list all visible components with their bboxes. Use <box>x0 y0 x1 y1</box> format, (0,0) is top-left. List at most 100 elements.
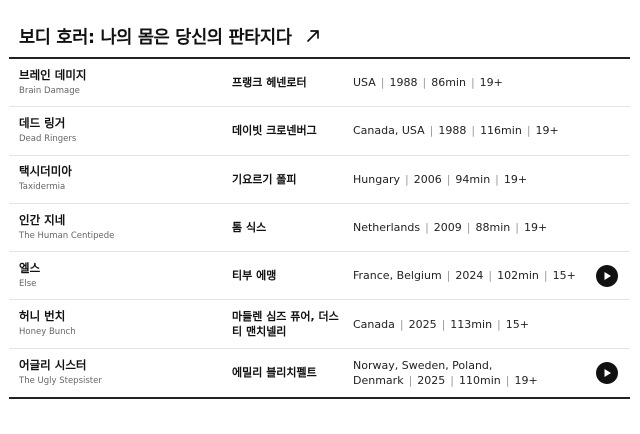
film-title[interactable]: 엘스 Else <box>19 252 40 299</box>
meta-item: 2006 <box>413 172 442 186</box>
film-meta: Canada, USA | 1988 | 116min | 19+ <box>353 107 585 154</box>
meta-item: 86min <box>431 76 466 90</box>
film-row: 브레인 데미지 Brain Damage 프랭크 헤넨로터 USA | 1988 | 86mi… <box>9 59 630 108</box>
film-meta-text: France, Belgium | 2024 | 102min | 15+ <box>353 268 576 283</box>
film-meta-text: Hungary | 2006 | 94min | 19+ <box>353 172 527 187</box>
film-title-en: Else <box>19 278 37 289</box>
meta-item: USA <box>353 76 376 90</box>
play-trailer-button[interactable] <box>596 265 618 288</box>
film-director: 마들렌 심즈 퓨어, 더스티 맨치넬리 <box>232 310 339 339</box>
film-meta: USA | 1988 | 86min | 19+ <box>353 59 585 106</box>
meta-separator: | <box>497 317 501 331</box>
film-row: 허니 번치 Honey Bunch 마들렌 심즈 퓨어, 더스티 맨치넬리 Canad… <box>9 300 630 349</box>
film-title-en: The Human Centipede <box>19 230 115 241</box>
meta-item: France, Belgium <box>353 269 442 283</box>
film-title-ko[interactable]: 택시더미아 <box>19 164 72 179</box>
meta-item: 2025 <box>408 317 437 331</box>
meta-item: Canada, USA <box>353 124 425 138</box>
meta-separator: | <box>441 317 446 331</box>
meta-item: 19+ <box>503 172 528 186</box>
film-title-en: Taxidermia <box>19 182 66 193</box>
meta-separator: | <box>515 221 519 235</box>
film-title-ko[interactable]: 허니 번치 <box>19 309 76 324</box>
meta-item: 19+ <box>479 76 503 90</box>
meta-separator: | <box>429 124 434 138</box>
play-icon <box>604 368 611 377</box>
film-meta: Norway, Sweden, Poland, Denmark | 2025 | 110… <box>353 349 585 397</box>
meta-item: 113min <box>450 317 493 331</box>
meta-item: Netherlands <box>353 221 421 235</box>
film-title[interactable]: 데드 링거 Dead Ringers <box>19 107 76 154</box>
meta-item: 19+ <box>514 373 538 387</box>
film-director: 티부 에맹 <box>232 269 277 283</box>
meta-item: 1988 <box>389 76 418 90</box>
meta-item: 15+ <box>552 269 576 283</box>
meta-separator: | <box>505 373 510 387</box>
film-title-ko[interactable]: 엘스 <box>19 261 40 276</box>
meta-item: 2024 <box>455 269 484 283</box>
meta-separator: | <box>422 76 427 90</box>
meta-item: 2025 <box>417 373 446 387</box>
film-title[interactable]: 어글리 시스터 The Ugly Stepsister <box>19 349 102 397</box>
meta-separator: | <box>471 124 476 138</box>
film-list: 브레인 데미지 Brain Damage 프랭크 헤넨로터 USA | 1988 | 86mi… <box>9 59 630 397</box>
meta-separator: | <box>495 172 499 186</box>
meta-separator: | <box>404 172 409 186</box>
arrow-up-right-icon[interactable] <box>304 27 322 45</box>
film-meta-text: USA | 1988 | 86min | 19+ <box>353 75 503 90</box>
film-title[interactable]: 택시더미아 Taxidermia <box>19 156 72 203</box>
film-row: 인간 지네 The Human Centipede 톰 식스 Netherlands |… <box>9 204 630 253</box>
film-title-ko[interactable]: 데드 링거 <box>19 116 76 131</box>
page-title: 보디 호러: 나의 몸은 당신의 판타지다 <box>19 27 292 48</box>
film-title-ko[interactable]: 어글리 시스터 <box>19 358 102 373</box>
film-meta-text: Canada | 2025 | 113min | 15+ <box>353 317 529 332</box>
film-title[interactable]: 인간 지네 The Human Centipede <box>19 204 114 251</box>
film-title-en: Honey Bunch <box>19 327 76 338</box>
meta-separator: | <box>488 269 493 283</box>
film-meta-text: Norway, Sweden, Poland, Denmark | 2025 | 110… <box>353 358 585 388</box>
meta-item: 102min <box>497 269 539 283</box>
meta-separator: | <box>399 317 404 331</box>
film-meta: France, Belgium | 2024 | 102min | 15+ <box>353 252 585 299</box>
film-meta: Canada | 2025 | 113min | 15+ <box>353 300 585 347</box>
film-director: 기요르기 폴피 <box>232 172 297 186</box>
film-meta-text: Canada, USA | 1988 | 116min | 19+ <box>353 123 559 138</box>
meta-item: 110min <box>459 373 501 387</box>
film-meta: Netherlands | 2009 | 88min | 19+ <box>353 204 585 251</box>
meta-separator: | <box>466 221 471 235</box>
meta-item: 2009 <box>433 221 462 235</box>
meta-separator: | <box>446 269 451 283</box>
meta-separator: | <box>470 76 475 90</box>
film-director: 에밀리 블리치펠트 <box>232 366 317 380</box>
meta-item: 1988 <box>438 124 467 138</box>
film-director: 프랭크 헤넨로터 <box>232 76 307 90</box>
meta-separator: | <box>408 373 413 387</box>
film-director: 데이빗 크로넨버그 <box>232 124 317 138</box>
meta-separator: | <box>526 124 531 138</box>
meta-item: 94min <box>455 172 491 186</box>
play-trailer-button[interactable] <box>596 361 618 384</box>
film-row: 택시더미아 Taxidermia 기요르기 폴피 Hungary | 2006 | 94min… <box>9 156 630 204</box>
play-icon <box>604 272 611 281</box>
film-meta-text: Netherlands | 2009 | 88min | 19+ <box>353 220 547 235</box>
film-title-ko[interactable]: 인간 지네 <box>19 213 114 228</box>
meta-item: 15+ <box>505 317 529 331</box>
film-title[interactable]: 허니 번치 Honey Bunch <box>19 300 76 347</box>
meta-item: Hungary <box>353 172 400 186</box>
meta-separator: | <box>543 269 548 283</box>
film-title-en: Brain Damage <box>19 85 80 96</box>
page-header: 보디 호러: 나의 몸은 당신의 판타지다 <box>19 22 322 50</box>
film-director: 톰 식스 <box>232 221 267 235</box>
film-row: 어글리 시스터 The Ugly Stepsister 에밀리 블리치펠트 Norwa… <box>9 349 630 397</box>
meta-item: Canada <box>353 317 395 331</box>
film-title-en: Dead Ringers <box>19 133 77 144</box>
meta-item: 19+ <box>523 221 548 235</box>
film-title[interactable]: 브레인 데미지 Brain Damage <box>19 59 86 106</box>
meta-separator: | <box>380 76 385 90</box>
meta-separator: | <box>446 172 451 186</box>
film-row: 데드 링거 Dead Ringers 데이빗 크로넨버그 Canada, USA | 19… <box>9 107 630 156</box>
film-title-en: The Ugly Stepsister <box>19 375 102 386</box>
meta-item: 88min <box>475 221 511 235</box>
film-row: 엘스 Else 티부 에맹 France, Belgium | 2024 | 102min | 1… <box>9 252 630 301</box>
film-title-ko[interactable]: 브레인 데미지 <box>19 68 86 83</box>
